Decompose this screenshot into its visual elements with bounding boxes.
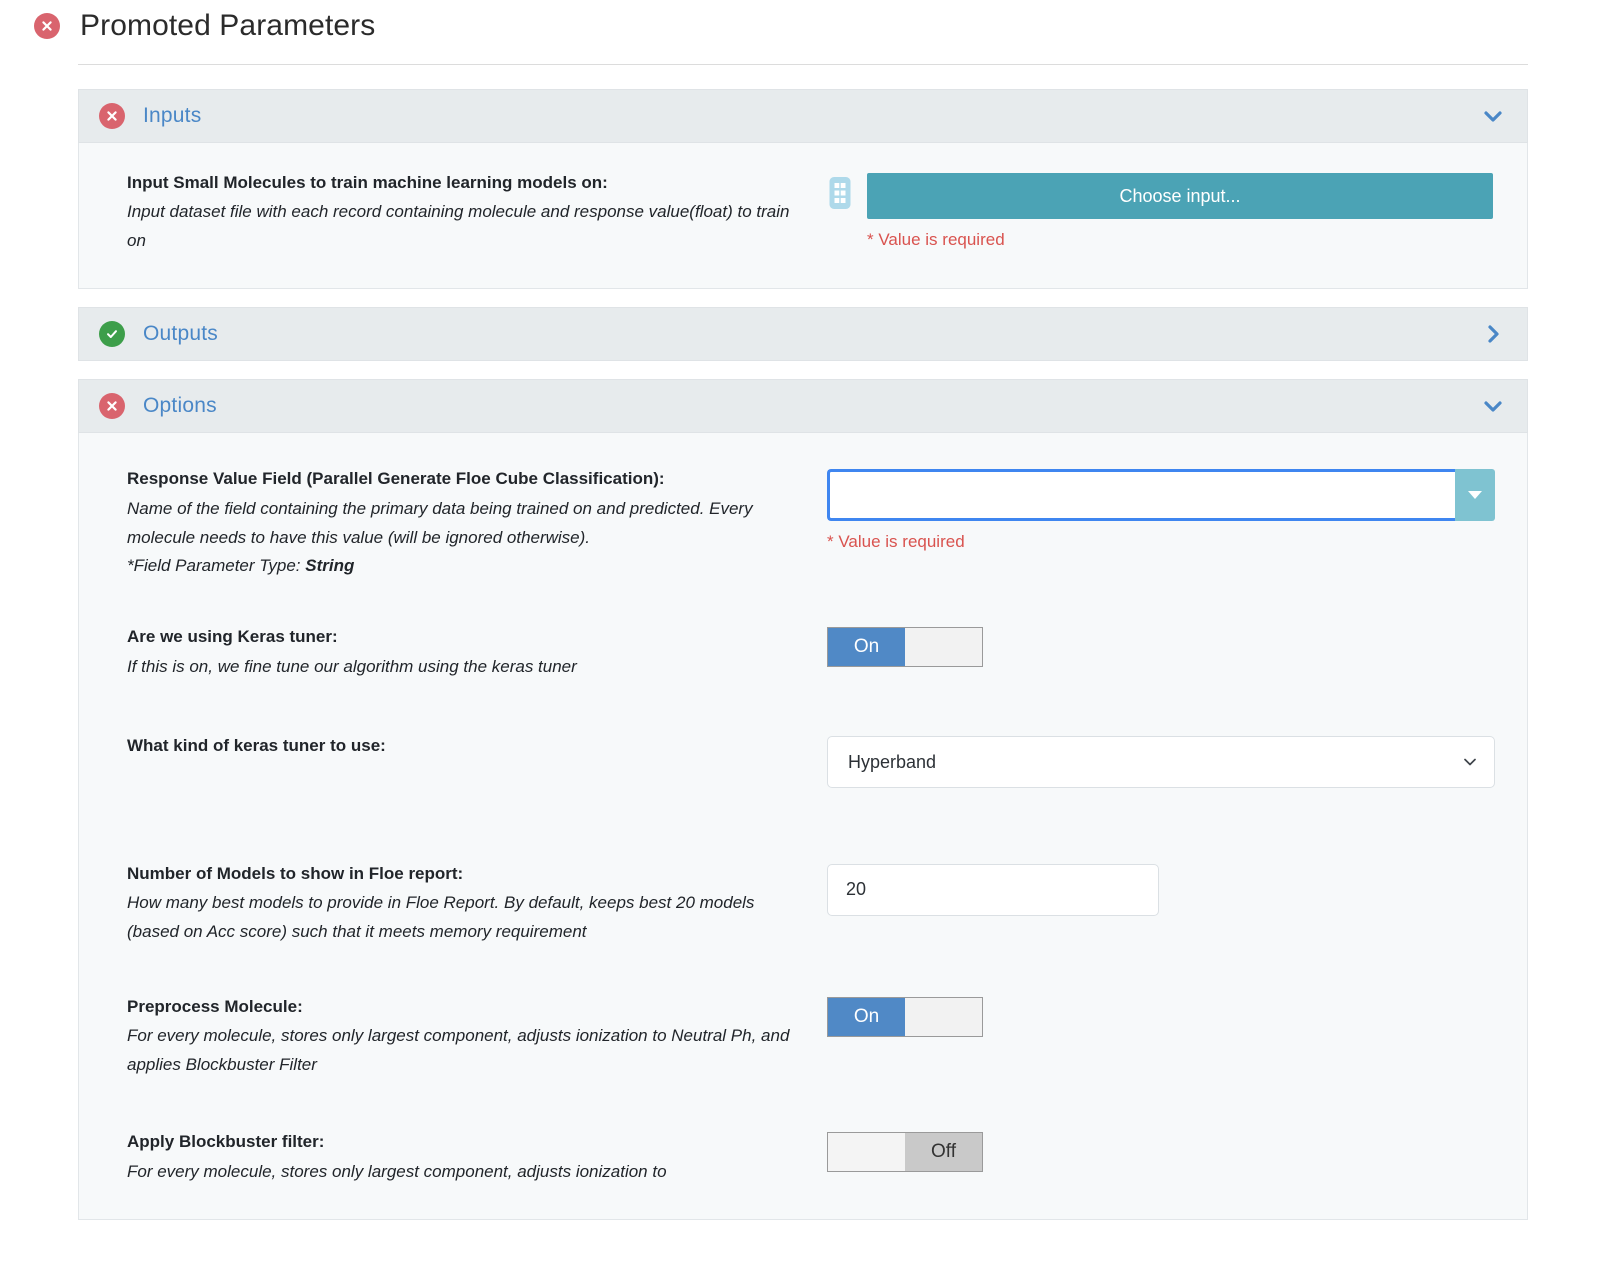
param-text-blockbuster-filter: Apply Blockbuster filter: For every mole… — [127, 1130, 827, 1186]
parameters-panels: Inputs Input Small Molecules to train ma… — [0, 65, 1620, 1220]
preprocess-molecule-toggle[interactable]: On — [827, 996, 983, 1037]
param-text-num-models: Number of Models to show in Floe report:… — [127, 862, 827, 947]
toggle-off-label — [905, 628, 982, 667]
panel-header-options[interactable]: Options — [78, 379, 1528, 434]
param-label: Apply Blockbuster filter: — [127, 1132, 325, 1152]
param-label: Number of Models to show in Floe report: — [127, 863, 464, 883]
chevron-down-icon[interactable] — [1481, 394, 1505, 418]
panel-title-options: Options — [143, 394, 217, 418]
toggle-off-label: Off — [905, 1133, 982, 1172]
param-description: How many best models to provide in Floe … — [127, 893, 755, 942]
validation-error-response-value-field: * Value is required — [827, 532, 965, 552]
panel-title-inputs: Inputs — [143, 104, 202, 127]
check-icon — [99, 321, 125, 348]
param-control-response-value-field: * Value is required — [827, 467, 1495, 552]
param-field-type-value: String — [305, 556, 355, 576]
param-control-tuner-kind: Hyperband — [827, 734, 1495, 788]
dataset-icon — [827, 176, 853, 210]
param-label: Are we using Keras tuner: — [127, 627, 338, 647]
param-field-type-prefix: *Field Parameter Type: — [127, 556, 306, 576]
param-row-keras-tuner: Are we using Keras tuner: If this is on,… — [127, 625, 1487, 689]
num-models-input[interactable] — [827, 863, 1159, 916]
panel-title-outputs: Outputs — [143, 322, 218, 346]
param-description: Input dataset file with each record cont… — [127, 202, 790, 251]
panel-body-options: Response Value Field (Parallel Generate … — [78, 433, 1528, 1220]
param-label: Input Small Molecules to train machine l… — [127, 173, 608, 192]
response-value-field-dropdown-button[interactable] — [1455, 469, 1495, 522]
param-field-type: *Field Parameter Type: String — [127, 552, 797, 581]
error-icon — [34, 13, 60, 39]
panel-inputs: Inputs Input Small Molecules to train ma… — [78, 89, 1528, 290]
param-row-input-dataset: Input Small Molecules to train machine l… — [127, 171, 1493, 264]
param-control-num-models — [827, 862, 1487, 916]
blockbuster-filter-toggle[interactable]: Off — [827, 1132, 983, 1173]
param-label: Response Value Field (Parallel Generate … — [127, 469, 665, 489]
toggle-on-label — [828, 1133, 905, 1172]
page-header: Promoted Parameters — [0, 0, 1620, 52]
param-text-keras-tuner: Are we using Keras tuner: If this is on,… — [127, 625, 827, 681]
param-label: Preprocess Molecule: — [127, 996, 303, 1016]
caret-down-icon — [1468, 491, 1482, 500]
panel-body-inputs: Input Small Molecules to train machine l… — [78, 143, 1528, 290]
param-text-tuner-kind: What kind of keras tuner to use: — [127, 734, 827, 761]
param-control-keras-tuner: On — [827, 625, 1487, 668]
param-text-preprocess-molecule: Preprocess Molecule: For every molecule,… — [127, 995, 827, 1080]
param-control-blockbuster-filter: Off — [827, 1130, 1487, 1176]
param-description: If this is on, we fine tune our algorith… — [127, 656, 577, 676]
keras-tuner-toggle[interactable]: On — [827, 627, 983, 668]
chevron-down-icon[interactable] — [1481, 104, 1505, 128]
panel-header-outputs[interactable]: Outputs — [78, 307, 1528, 362]
toggle-on-label: On — [828, 628, 905, 667]
validation-error-input-dataset: * Value is required — [867, 230, 1005, 249]
param-control-input-dataset: Choose input... * Value is required — [827, 171, 1493, 250]
param-row-response-value-field: Response Value Field (Parallel Generate … — [127, 467, 1495, 589]
choose-input-button[interactable]: Choose input... — [867, 173, 1493, 219]
param-row-num-models: Number of Models to show in Floe report:… — [127, 862, 1487, 955]
param-description: For every molecule, stores only largest … — [127, 1026, 790, 1075]
param-description: For every molecule, stores only largest … — [127, 1161, 667, 1181]
param-label: What kind of keras tuner to use: — [127, 735, 386, 755]
param-description: Name of the field containing the primary… — [127, 498, 753, 547]
tuner-kind-select[interactable]: Hyperband — [827, 735, 1495, 788]
param-row-blockbuster-filter: Apply Blockbuster filter: For every mole… — [127, 1130, 1487, 1194]
param-row-preprocess-molecule: Preprocess Molecule: For every molecule,… — [127, 995, 1487, 1088]
toggle-off-label — [905, 997, 982, 1036]
param-text-input-dataset: Input Small Molecules to train machine l… — [127, 171, 827, 256]
page-title: Promoted Parameters — [80, 9, 376, 42]
error-icon — [99, 103, 125, 129]
param-row-tuner-kind: What kind of keras tuner to use: Hyperba… — [127, 734, 1495, 796]
response-value-field-input[interactable] — [827, 469, 1455, 522]
panel-options: Options Response Value Field (Parallel G… — [78, 379, 1528, 1220]
param-text-response-value-field: Response Value Field (Parallel Generate … — [127, 467, 827, 581]
param-control-preprocess-molecule: On — [827, 995, 1487, 1037]
error-icon — [99, 393, 125, 420]
chevron-right-icon[interactable] — [1481, 322, 1505, 346]
panel-header-inputs[interactable]: Inputs — [78, 89, 1528, 143]
toggle-on-label: On — [828, 997, 905, 1036]
panel-outputs: Outputs — [78, 307, 1528, 362]
